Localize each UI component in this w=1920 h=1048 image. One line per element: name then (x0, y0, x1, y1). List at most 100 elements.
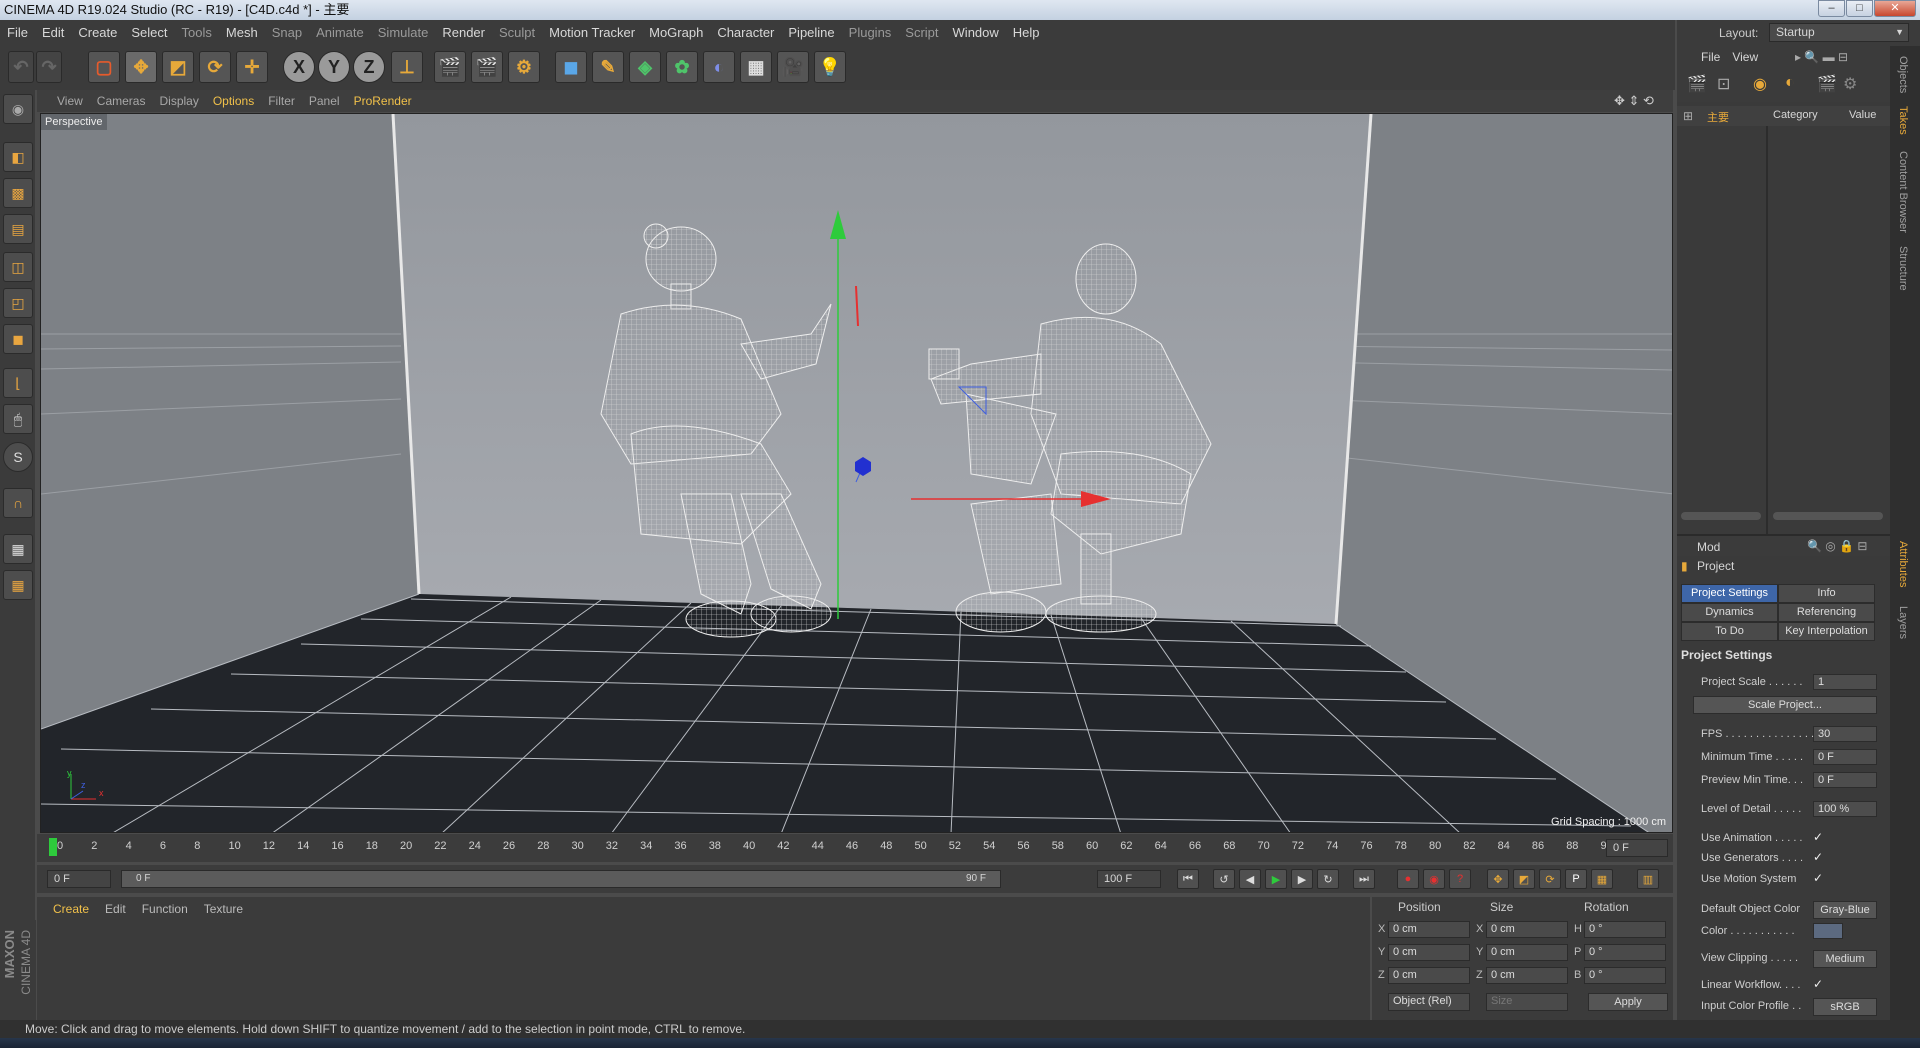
render-view-icon[interactable]: 🎬 (434, 51, 466, 83)
size-y-field[interactable]: 0 cm (1486, 944, 1568, 961)
linear-workflow-checkbox[interactable]: ✓ (1813, 977, 1823, 991)
menu-motion-tracker[interactable]: Motion Tracker (542, 20, 642, 46)
viewport-menu-view[interactable]: View (37, 90, 90, 112)
planar-workplane-icon[interactable]: ▦ (3, 570, 33, 600)
menu-animate[interactable]: Animate (309, 20, 371, 46)
side-tab-structure[interactable]: Structure (1897, 246, 1909, 291)
tab-key-interpolation[interactable]: Key Interpolation (1778, 622, 1875, 641)
layout-dropdown[interactable]: Startup ▼ (1769, 23, 1909, 42)
project-scale-field[interactable]: 1 (1813, 674, 1877, 690)
solo-icon[interactable]: S (3, 442, 33, 472)
maximize-button[interactable]: □ (1846, 0, 1873, 17)
start-frame-field[interactable]: 0 F (47, 870, 111, 888)
menu-script[interactable]: Script (898, 20, 945, 46)
viewport-menu-filter[interactable]: Filter (261, 90, 302, 112)
minimize-button[interactable]: – (1818, 0, 1845, 17)
pos-x-field[interactable]: 0 cm (1388, 921, 1470, 938)
material-menu-function[interactable]: Function (134, 902, 196, 916)
coord-mode-dropdown[interactable]: Object (Rel) (1388, 993, 1470, 1011)
go-to-end-icon[interactable]: ⏭ (1353, 869, 1375, 889)
texture-mode-icon[interactable]: ▩ (3, 178, 33, 208)
rot-b-field[interactable]: 0 ° (1584, 967, 1666, 984)
size-mode-dropdown[interactable]: Size (1486, 993, 1568, 1011)
take-main-name[interactable]: 主要 (1707, 109, 1729, 125)
objects-toolbar-icons[interactable]: ▸ 🔍 ▬ ⊟ (1795, 50, 1848, 64)
key-pla-icon[interactable]: ▦ (1591, 869, 1613, 889)
menu-create[interactable]: Create (71, 20, 124, 46)
menu-plugins[interactable]: Plugins (842, 20, 899, 46)
default-color-dropdown[interactable]: Gray-Blue (1813, 901, 1877, 919)
take-group-icon[interactable]: ◐ (1785, 74, 1795, 92)
menu-character[interactable]: Character (710, 20, 781, 46)
edges-mode-icon[interactable]: ◰ (3, 288, 33, 318)
menu-select[interactable]: Select (124, 20, 174, 46)
material-menu-edit[interactable]: Edit (97, 902, 134, 916)
objects-menu-view[interactable]: View (1724, 50, 1766, 64)
rot-p-field[interactable]: 0 ° (1584, 944, 1666, 961)
values-scrollbar[interactable] (1773, 512, 1883, 520)
live-selection-icon[interactable]: ▢ (88, 51, 120, 83)
cloner-icon[interactable]: ✿ (666, 51, 698, 83)
use-generators-checkbox[interactable]: ✓ (1813, 850, 1823, 864)
view-clipping-dropdown[interactable]: Medium (1813, 950, 1877, 968)
lod-field[interactable]: 100 % (1813, 801, 1877, 817)
model-mode-icon[interactable]: ◧ (3, 142, 33, 172)
tab-info[interactable]: Info (1778, 584, 1875, 603)
auto-key-icon[interactable]: ◉ (1423, 869, 1445, 889)
tab-dynamics[interactable]: Dynamics (1681, 603, 1778, 622)
viewport-menu-prorender[interactable]: ProRender (347, 90, 419, 112)
menu-file[interactable]: File (0, 20, 35, 46)
end-frame-field[interactable]: 100 F (1097, 870, 1161, 888)
side-tab-takes[interactable]: Takes (1897, 106, 1909, 135)
menu-help[interactable]: Help (1006, 20, 1047, 46)
next-frame-icon[interactable]: ▶ (1291, 869, 1313, 889)
apply-button[interactable]: Apply (1588, 993, 1668, 1011)
take-auto-icon[interactable]: ◉ (1753, 74, 1767, 94)
viewport-menu-panel[interactable]: Panel (302, 90, 347, 112)
pos-y-field[interactable]: 0 cm (1388, 944, 1470, 961)
current-frame-field[interactable]: 0 F (1606, 839, 1668, 857)
x-axis-lock[interactable]: X (283, 51, 315, 83)
scale-project-button[interactable]: Scale Project... (1693, 696, 1877, 714)
y-axis-lock[interactable]: Y (318, 51, 350, 83)
pos-z-field[interactable]: 0 cm (1388, 967, 1470, 984)
material-menu-create[interactable]: Create (45, 902, 97, 916)
viewport-menu-display[interactable]: Display (152, 90, 205, 112)
camera-label[interactable]: Perspective (41, 114, 107, 130)
attributes-mode[interactable]: Mod (1697, 540, 1720, 554)
menu-simulate[interactable]: Simulate (371, 20, 436, 46)
scale-icon[interactable]: ◩ (162, 51, 194, 83)
next-key-icon[interactable]: ↻ (1317, 869, 1339, 889)
deformer-icon[interactable]: ◐ (703, 51, 735, 83)
tweak-mode-icon[interactable]: 🖱 (3, 404, 33, 434)
move-icon[interactable]: ✥ (125, 51, 157, 83)
undo-icon[interactable]: ↶ (8, 51, 34, 83)
go-to-start-icon[interactable]: ⏮ (1177, 869, 1199, 889)
key-position-icon[interactable]: ✥ (1487, 869, 1509, 889)
takes-scrollbar[interactable] (1681, 512, 1761, 520)
make-editable-icon[interactable]: ◉ (3, 94, 33, 124)
take-lock-icon[interactable]: ⚙ (1843, 74, 1857, 94)
polygons-mode-icon[interactable]: ◼ (3, 324, 33, 354)
timeline-layout-icon[interactable]: ▥ (1637, 869, 1659, 889)
camera-icon[interactable]: 🎥 (777, 51, 809, 83)
rotate-icon[interactable]: ⟳ (199, 51, 231, 83)
size-z-field[interactable]: 0 cm (1486, 967, 1568, 984)
attributes-toolbar-icons[interactable]: 🔍 ◎ 🔒 ⊟ (1807, 539, 1867, 553)
min-time-field[interactable]: 0 F (1813, 749, 1877, 765)
snap-magnet-icon[interactable]: ∩ (3, 488, 33, 518)
range-slider[interactable]: 0 F 90 F (121, 870, 1001, 888)
menu-pipeline[interactable]: Pipeline (781, 20, 841, 46)
3d-viewport[interactable]: Perspective Grid Spacing : 1000 cm x y z (40, 113, 1673, 833)
key-scale-icon[interactable]: ◩ (1513, 869, 1535, 889)
coordinate-system-icon[interactable]: ⊥ (391, 51, 423, 83)
fps-field[interactable]: 30 (1813, 726, 1877, 742)
tab-to-do[interactable]: To Do (1681, 622, 1778, 641)
take-render-icon[interactable]: 🎬 (1687, 74, 1707, 94)
previous-key-icon[interactable]: ↺ (1213, 869, 1235, 889)
use-motion-checkbox[interactable]: ✓ (1813, 871, 1823, 885)
color-swatch[interactable] (1813, 923, 1843, 939)
tab-referencing[interactable]: Referencing (1778, 603, 1875, 622)
menu-window[interactable]: Window (946, 20, 1006, 46)
take-marker-icon[interactable]: 🎬 (1817, 74, 1837, 94)
